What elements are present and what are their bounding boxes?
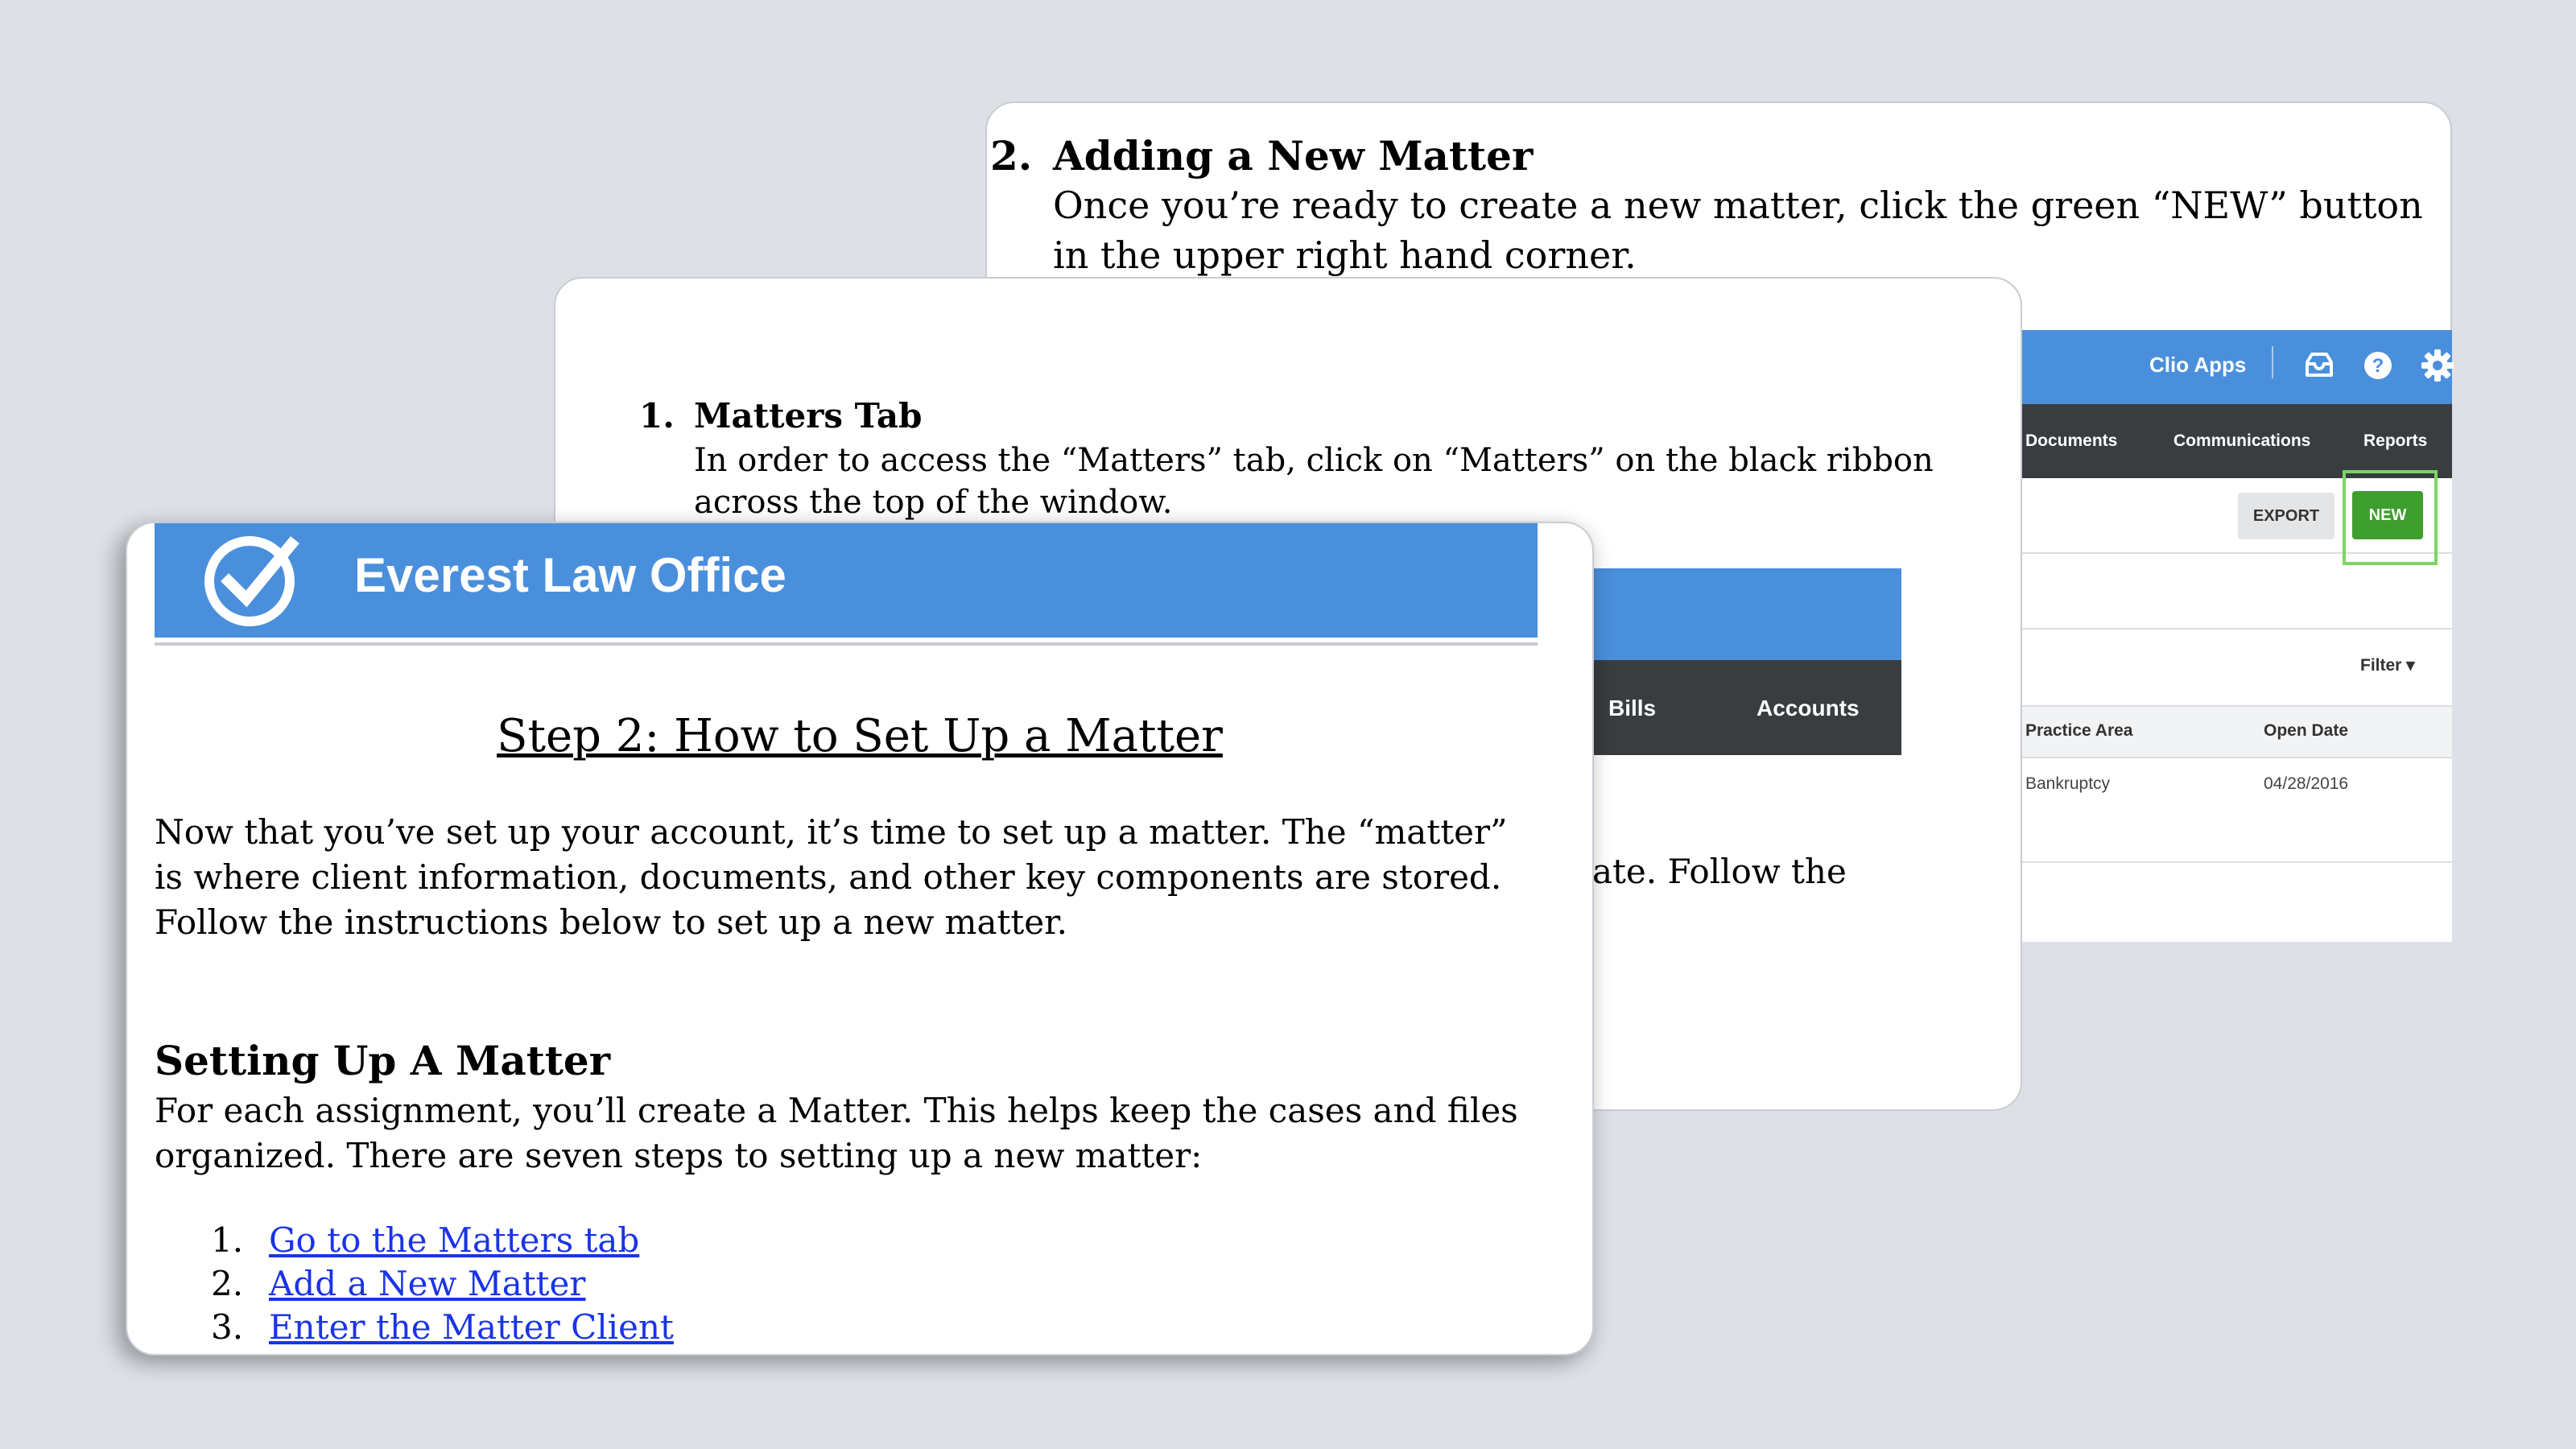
table-header: Practice Area Open Date	[2017, 705, 2452, 758]
column-header[interactable]: Practice Area	[2025, 721, 2132, 741]
header-divider	[2272, 346, 2273, 378]
step-number: 2.	[990, 132, 1033, 180]
table-cell: 04/28/2016	[2264, 774, 2349, 793]
clio-apps-link[interactable]: Clio Apps	[2149, 353, 2246, 378]
section-heading: Matters Tab	[694, 396, 923, 436]
column-header[interactable]: Open Date	[2264, 721, 2348, 741]
banner-underline	[155, 642, 1538, 646]
section-heading: Adding a New Matter	[1053, 132, 1534, 180]
org-name: Everest Law Office	[354, 548, 786, 602]
intro-paragraph: Now that you’ve set up your account, it’…	[155, 812, 1508, 942]
export-button[interactable]: EXPORT	[2238, 493, 2334, 539]
divider	[2017, 861, 2452, 863]
org-banner: Everest Law Office	[155, 523, 1538, 638]
section-heading: Setting Up A Matter	[155, 1037, 611, 1084]
section-paragraph: For each assignment, you’ll create a Mat…	[155, 1091, 1518, 1175]
page-title: Step 2: How to Set Up a Matter	[497, 710, 1223, 762]
screenshot-nav-ribbon: Bills Accounts	[1579, 660, 1901, 755]
step-link-matters-tab[interactable]: Go to the Matters tab	[269, 1220, 639, 1260]
step-link-matter-client[interactable]: Enter the Matter Client	[269, 1307, 674, 1347]
list-item-number: 2.	[211, 1264, 244, 1303]
step-link-new-matter[interactable]: Add a New Matter	[269, 1264, 585, 1303]
new-button-highlight	[2343, 470, 2438, 565]
divider	[2017, 628, 2452, 630]
page-card-step-2: Everest Law Office Step 2: How to Set Up…	[126, 522, 1594, 1356]
svg-text:?: ?	[2372, 355, 2384, 377]
filter-dropdown[interactable]: Filter ▾	[2360, 655, 2415, 675]
check-logo-icon	[204, 536, 299, 626]
text-continuation: ate. Follow the	[1592, 852, 1847, 891]
inbox-icon[interactable]	[2304, 351, 2334, 378]
table-cell: Bankruptcy	[2025, 774, 2111, 793]
section-body: In order to access the “Matters” tab, cl…	[694, 442, 1934, 521]
section-body: Once you’re ready to create a new matter…	[1053, 184, 2423, 277]
app-nav-ribbon: Documents Communications Reports	[2017, 404, 2452, 478]
nav-accounts[interactable]: Accounts	[1757, 696, 1860, 721]
step-number: 1.	[639, 396, 675, 436]
app-header-bar: Clio Apps ?	[2017, 330, 2455, 404]
help-icon[interactable]: ?	[2362, 349, 2394, 382]
nav-reports[interactable]: Reports	[2363, 431, 2427, 451]
nav-communications[interactable]: Communications	[2174, 431, 2310, 451]
nav-documents[interactable]: Documents	[2025, 431, 2117, 451]
list-item-number: 3.	[211, 1307, 244, 1347]
app-screenshot: Clio Apps ? Documents Communications Rep…	[2017, 330, 2455, 942]
gear-icon[interactable]	[2420, 348, 2455, 383]
list-item-number: 1.	[211, 1220, 244, 1260]
screenshot-header-bar	[1579, 568, 1901, 660]
nav-bills[interactable]: Bills	[1608, 696, 1656, 721]
